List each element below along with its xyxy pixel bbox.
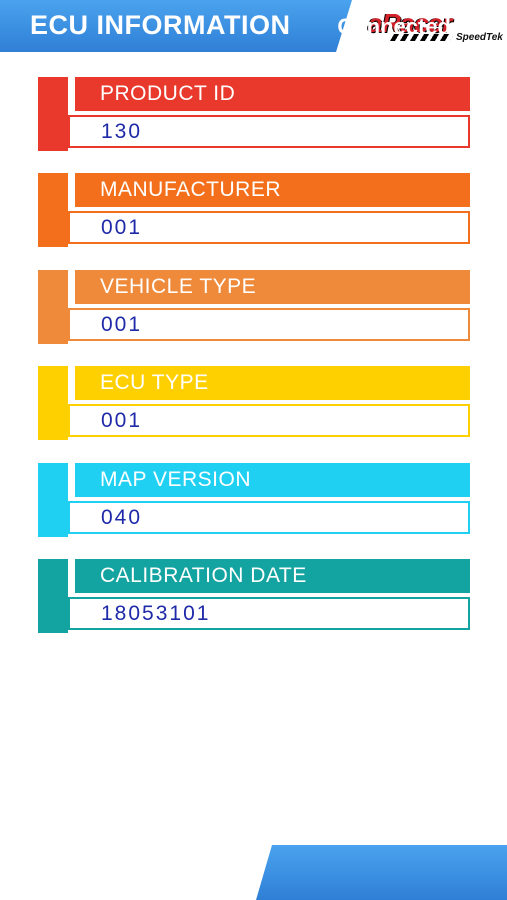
field-label: CALIBRATION DATE xyxy=(75,559,470,593)
field-map-version: MAP VERSION 040 xyxy=(38,463,470,537)
field-label: VEHICLE TYPE xyxy=(75,270,470,304)
field-value: 130 xyxy=(68,115,470,148)
field-stripe xyxy=(38,173,68,247)
field-value: 040 xyxy=(68,501,470,534)
field-stripe xyxy=(38,366,68,440)
field-stripe xyxy=(38,559,68,633)
field-value: 001 xyxy=(68,308,470,341)
field-vehicle-type: VEHICLE TYPE 001 xyxy=(38,270,470,344)
field-label: ECU TYPE xyxy=(75,366,470,400)
field-label: PRODUCT ID xyxy=(75,77,470,111)
field-calibration-date: CALIBRATION DATE 18053101 xyxy=(38,559,470,633)
field-label: MANUFACTURER xyxy=(75,173,470,207)
field-product-id: PRODUCT ID 130 xyxy=(38,77,470,151)
connection-status[interactable]: Connected xyxy=(337,14,451,40)
field-ecu-type: ECU TYPE 001 xyxy=(38,366,470,440)
field-stripe xyxy=(38,463,68,537)
field-value: 001 xyxy=(68,211,470,244)
connection-status-bar[interactable] xyxy=(256,845,507,900)
logo-subtitle: SpeedTek xyxy=(456,32,503,43)
field-value: 18053101 xyxy=(68,597,470,630)
field-value: 001 xyxy=(68,404,470,437)
field-stripe xyxy=(38,77,68,151)
field-manufacturer: MANUFACTURER 001 xyxy=(38,173,470,247)
field-label: MAP VERSION xyxy=(75,463,470,497)
page-title: ECU INFORMATION xyxy=(30,10,291,40)
field-stripe xyxy=(38,270,68,344)
